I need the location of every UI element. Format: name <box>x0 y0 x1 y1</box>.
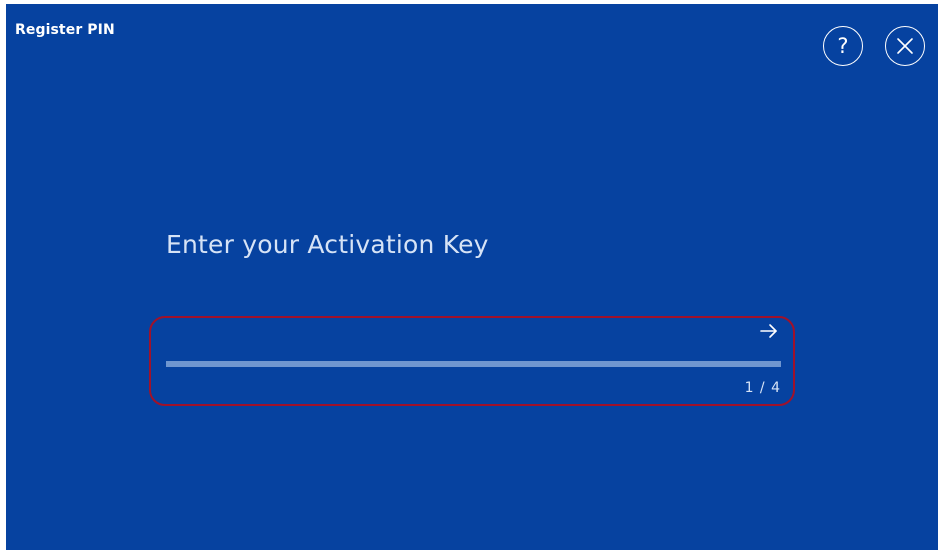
step-counter: 1 / 4 <box>744 380 781 396</box>
window-title: Register PIN <box>15 22 115 38</box>
activation-key-input[interactable] <box>166 322 731 358</box>
page-heading: Enter your Activation Key <box>166 230 489 259</box>
close-x-icon <box>897 38 913 54</box>
close-button[interactable] <box>885 26 925 66</box>
register-pin-screen: Register PIN ? Enter your Activation Key… <box>6 4 938 550</box>
input-underline-progress <box>166 361 781 367</box>
arrow-right-icon <box>760 324 777 338</box>
question-icon: ? <box>837 33 849 58</box>
help-button[interactable]: ? <box>823 26 863 66</box>
submit-arrow-button[interactable] <box>758 320 780 342</box>
